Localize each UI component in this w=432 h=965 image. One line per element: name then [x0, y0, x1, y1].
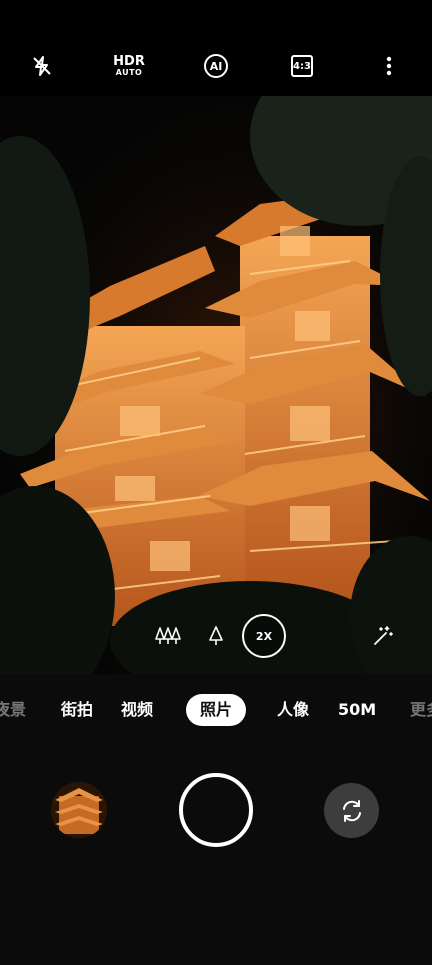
mode-video[interactable]: 视频	[121, 694, 153, 726]
mode-more[interactable]: 更多	[410, 694, 432, 726]
shutter-button[interactable]	[179, 773, 253, 847]
aspect-ratio-button[interactable]: 4:3	[282, 46, 322, 86]
camera-viewfinder[interactable]	[0, 96, 432, 674]
hdr-sub-label: AUTO	[115, 67, 143, 77]
ai-button[interactable]: AI	[196, 46, 236, 86]
zoom-level-button[interactable]: 2X	[242, 614, 286, 658]
switch-camera-icon	[342, 799, 361, 822]
flash-off-icon	[33, 56, 51, 76]
lens-controls: 2X	[0, 612, 432, 660]
camera-top-bar: HDR AUTO AI 4:3	[0, 0, 432, 96]
tree-icon	[209, 626, 223, 645]
gallery-thumbnail[interactable]	[51, 782, 107, 838]
mode-photo[interactable]: 照片	[186, 694, 247, 726]
thumbnail-image	[51, 782, 107, 838]
hdr-label: HDR	[113, 53, 145, 69]
viewfinder-scene	[0, 96, 432, 674]
switch-camera-button[interactable]	[324, 783, 379, 838]
aspect-ratio-label: 4:3	[291, 55, 313, 77]
hdr-button[interactable]: HDR AUTO	[109, 46, 149, 86]
ai-enhance-button[interactable]	[368, 622, 396, 650]
mode-50m[interactable]: 50M	[338, 694, 376, 726]
magic-wand-icon	[374, 626, 393, 645]
trees-wide-icon	[155, 627, 181, 644]
wide-lens-button[interactable]	[154, 622, 182, 650]
more-options-button[interactable]	[369, 46, 409, 86]
mode-portrait[interactable]: 人像	[277, 694, 309, 726]
flash-toggle-button[interactable]	[22, 46, 62, 86]
more-vertical-icon	[386, 56, 392, 76]
mode-selector: 夜景 街拍 视频 照片 人像 50M 更多	[0, 688, 432, 732]
mode-street[interactable]: 街拍	[61, 694, 93, 726]
mode-night[interactable]: 夜景	[0, 694, 26, 726]
ai-label: AI	[204, 54, 228, 78]
tele-lens-button[interactable]	[202, 622, 230, 650]
